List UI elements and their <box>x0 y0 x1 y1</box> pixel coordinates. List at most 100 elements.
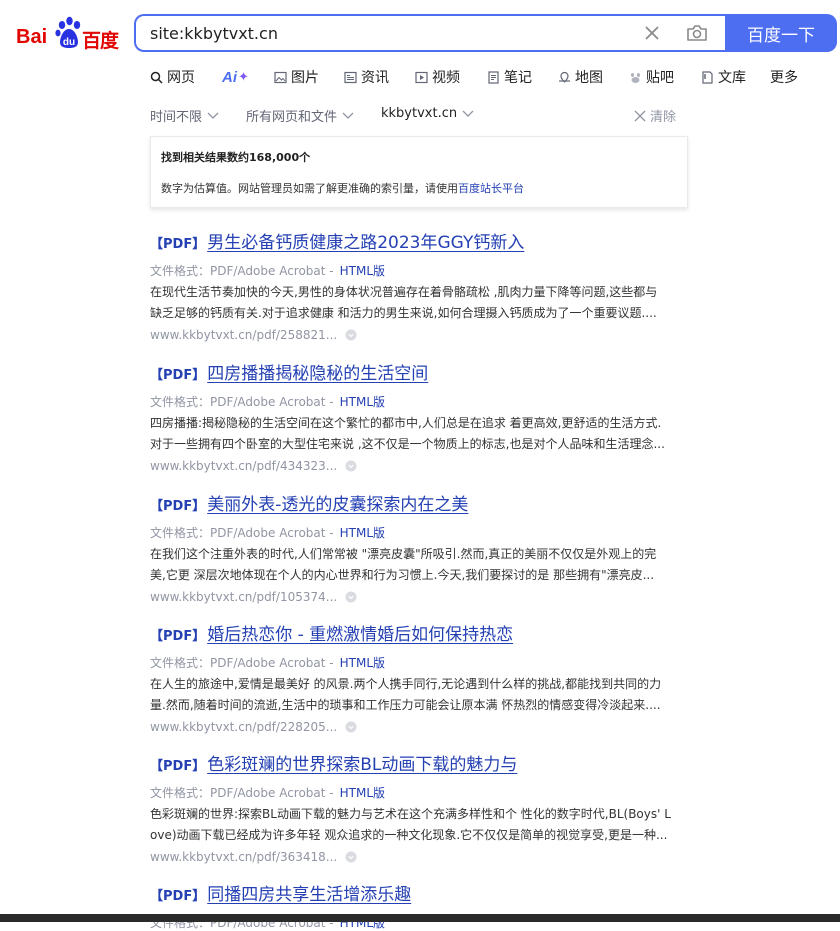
chevron-down-icon <box>462 110 474 117</box>
abstract-line: 在人生的旅途中,爱情是最美好 的风景.两个人携手同行,无论遇到什么样的挑战,都能… <box>150 677 662 691</box>
search-box <box>134 14 726 52</box>
tab-label: 贴吧 <box>646 70 674 86</box>
abstract-line: 在我们这个注重外表的时代,人们常常被 "漂亮皮囊"所吸引.然而,真正的美丽不仅仅… <box>150 547 657 561</box>
logo-text-baidu: 百度 <box>82 31 119 52</box>
abstract-line: 在现代生活节奏加快的今天,男性的身体状况普遍存在着骨骼疏松 ,肌肉力量下降等问题… <box>150 285 658 299</box>
search-button[interactable]: 百度一下 <box>725 14 837 52</box>
result-meta: 文件格式：PDF/Adobe Acrobat - HTML版 <box>150 654 385 671</box>
result-url[interactable]: www.kkbytvxt.cn/pdf/258821... <box>150 328 357 342</box>
pdf-tag: 【PDF】 <box>150 629 206 644</box>
tab-label: 资讯 <box>361 70 389 86</box>
result-meta: 文件格式：PDF/Adobe Acrobat - HTML版 <box>150 262 385 279</box>
safety-shield-icon <box>345 851 357 863</box>
close-icon <box>634 110 646 121</box>
filter-type[interactable]: 所有网页和文件 <box>246 106 354 125</box>
result-url-text: www.kkbytvxt.cn/pdf/228205... <box>150 720 338 734</box>
result-title-link[interactable]: 【PDF】 美丽外表-透光的皮囊探索内在之美 <box>150 490 468 515</box>
abstract-line: 色彩斑斓的世界:探索BL动画下载的魅力与艺术在这个充满多样性和个 性化的数字时代… <box>150 807 671 821</box>
result-abstract: 在现代生活节奏加快的今天,男性的身体状况普遍存在着骨骼疏松 ,肌肉力量下降等问题… <box>150 282 708 324</box>
file-format: 文件格式：PDF/Adobe Acrobat - <box>150 264 334 278</box>
result-title: 同播四房共享生活增添乐趣 <box>207 885 412 905</box>
result-count-note: 数字为估算值。网站管理员如需了解更准确的索引量，请使用百度站长平台 <box>161 180 524 196</box>
search-icon <box>150 71 163 84</box>
sparkle-icon: ✦ <box>238 69 249 85</box>
tab-tieba[interactable]: 贴吧 <box>629 66 674 88</box>
pdf-tag: 【PDF】 <box>150 499 206 514</box>
result-title-link[interactable]: 【PDF】 色彩斑斓的世界探索BL动画下载的魅力与 <box>150 750 517 775</box>
tab-ai[interactable]: Ai ✦ <box>222 66 249 88</box>
result-meta: 文件格式：PDF/Adobe Acrobat - HTML版 <box>150 393 385 410</box>
result-title-link[interactable]: 【PDF】 婚后热恋你 - 重燃激情婚后如何保持热恋 <box>150 620 513 645</box>
tab-label: 视频 <box>432 70 460 86</box>
result-meta: 文件格式：PDF/Adobe Acrobat - HTML版 <box>150 784 385 801</box>
wenku-icon <box>702 70 713 84</box>
safety-shield-icon <box>345 591 357 603</box>
result-count: 找到相关结果数约168,000个 <box>161 151 311 164</box>
info-desc-text: 数字为估算值。网站管理员如需了解更准确的索引量，请使用 <box>161 182 458 195</box>
result-abstract: 在我们这个注重外表的时代,人们常常被 "漂亮皮囊"所吸引.然而,真正的美丽不仅仅… <box>150 544 708 586</box>
result-count-box: 找到相关结果数约168,000个 数字为估算值。网站管理员如需了解更准确的索引量… <box>150 136 688 208</box>
image-icon <box>274 71 287 83</box>
webmaster-platform-link[interactable]: 百度站长平台 <box>458 182 524 195</box>
clear-search-icon[interactable] <box>642 23 662 43</box>
result-url[interactable]: www.kkbytvxt.cn/pdf/434323... <box>150 459 357 473</box>
tab-wenku[interactable]: 文库 <box>701 66 746 88</box>
result-url[interactable]: www.kkbytvxt.cn/pdf/105374... <box>150 590 357 604</box>
result-title: 婚后热恋你 - 重燃激情婚后如何保持热恋 <box>207 625 514 645</box>
tab-map[interactable]: 地图 <box>558 66 603 88</box>
result-abstract: 在人生的旅途中,爱情是最美好 的风景.两个人携手同行,无论遇到什么样的挑战,都能… <box>150 674 708 716</box>
abstract-line: 量.然而,随着时间的流逝,生活中的琐事和工作压力可能会让原本满 怀热烈的情感变得… <box>150 698 661 712</box>
tab-label: 地图 <box>575 70 603 86</box>
tab-label: 网页 <box>167 70 195 86</box>
tab-video[interactable]: 视频 <box>415 66 460 88</box>
tab-web[interactable]: 网页 <box>150 66 195 88</box>
clear-filter-label: 清除 <box>650 110 677 125</box>
html-version-link[interactable]: HTML版 <box>340 656 385 670</box>
result-url-text: www.kkbytvxt.cn/pdf/434323... <box>150 459 338 473</box>
file-format: 文件格式：PDF/Adobe Acrobat - <box>150 656 334 670</box>
search-tabs: 网页 Ai ✦ 图片 资讯 视频 笔记 地图 贴吧 文库 更多 <box>150 66 810 88</box>
svg-text:du: du <box>63 37 75 48</box>
result-url[interactable]: www.kkbytvxt.cn/pdf/228205... <box>150 720 357 734</box>
result-url-text: www.kkbytvxt.cn/pdf/363418... <box>150 850 338 864</box>
html-version-link[interactable]: HTML版 <box>340 786 385 800</box>
abstract-line: 四房播播:揭秘隐秘的生活空间在这个繁忙的都市中,人们总是在追求 着更高效,更舒适… <box>150 416 662 430</box>
taskbar-strip <box>0 914 840 922</box>
tab-more[interactable]: 更多 <box>770 66 798 88</box>
news-icon <box>344 71 357 83</box>
filter-site[interactable]: kkbytvxt.cn <box>381 106 474 121</box>
tab-news[interactable]: 资讯 <box>344 66 389 88</box>
chevron-down-icon <box>342 112 354 119</box>
result-meta: 文件格式：PDF/Adobe Acrobat - HTML版 <box>150 524 385 541</box>
abstract-line: 对于一些拥有四个卧室的大型住宅来说 ,这不仅是一个物质上的标志,也是对个人品味和… <box>150 437 665 451</box>
result-title-link[interactable]: 【PDF】 男生必备钙质健康之路2023年GGY钙新入 <box>150 228 524 253</box>
file-format: 文件格式：PDF/Adobe Acrobat - <box>150 526 334 540</box>
camera-icon[interactable] <box>686 23 708 43</box>
filter-site-label: kkbytvxt.cn <box>381 106 458 121</box>
pdf-tag: 【PDF】 <box>150 759 206 774</box>
html-version-link[interactable]: HTML版 <box>340 526 385 540</box>
safety-shield-icon <box>345 460 357 472</box>
file-format: 文件格式：PDF/Adobe Acrobat - <box>150 786 334 800</box>
baidu-logo[interactable]: Bai du 百度 <box>14 16 120 52</box>
paw-icon: du <box>55 16 81 48</box>
clear-filter-button[interactable]: 清除 <box>634 106 676 125</box>
result-url[interactable]: www.kkbytvxt.cn/pdf/363418... <box>150 850 357 864</box>
notes-icon <box>488 70 499 84</box>
tieba-icon <box>631 72 640 83</box>
result-title: 美丽外表-透光的皮囊探索内在之美 <box>207 495 469 515</box>
tab-notes[interactable]: 笔记 <box>487 66 532 88</box>
result-title-link[interactable]: 【PDF】 四房播播揭秘隐秘的生活空间 <box>150 359 428 384</box>
search-input[interactable] <box>150 16 630 50</box>
result-title: 男生必备钙质健康之路2023年GGY钙新入 <box>207 233 525 253</box>
safety-shield-icon <box>345 329 357 341</box>
result-title-link[interactable]: 【PDF】 同播四房共享生活增添乐趣 <box>150 880 411 905</box>
video-icon <box>415 71 428 83</box>
ai-icon: Ai <box>222 68 237 86</box>
filter-time[interactable]: 时间不限 <box>150 106 219 125</box>
tab-label: 图片 <box>291 70 319 86</box>
html-version-link[interactable]: HTML版 <box>340 395 385 409</box>
tab-image[interactable]: 图片 <box>274 66 319 88</box>
html-version-link[interactable]: HTML版 <box>340 264 385 278</box>
filter-type-label: 所有网页和文件 <box>246 110 338 125</box>
